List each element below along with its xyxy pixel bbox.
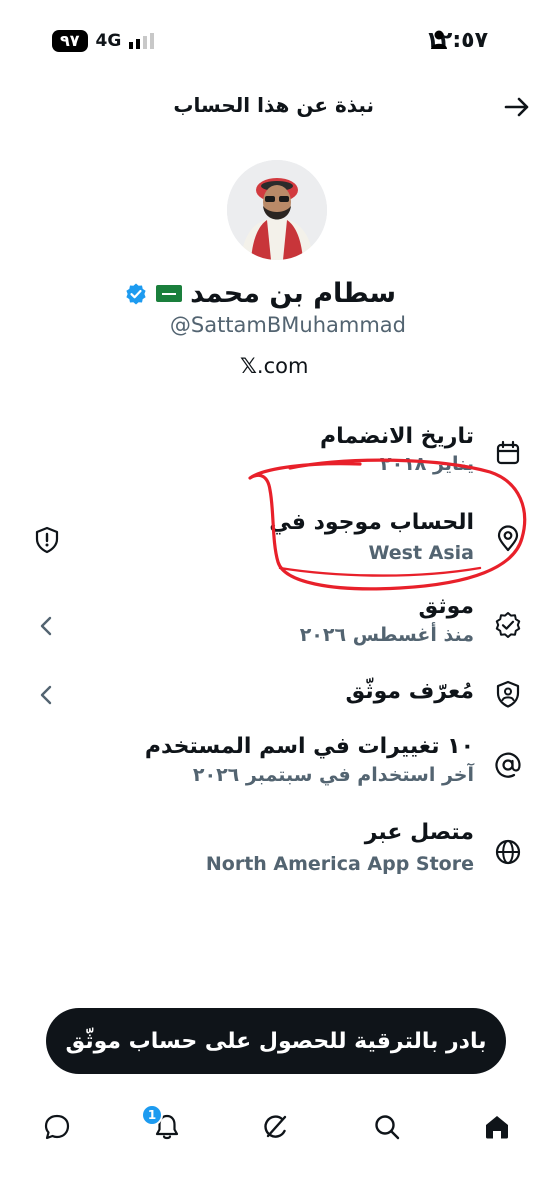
profile-name: سطام بن محمد [190, 278, 396, 309]
red-circle-annotation [248, 458, 527, 591]
search-icon[interactable] [372, 1112, 402, 1142]
shield-alert-icon[interactable] [34, 526, 60, 554]
upgrade-verified-button[interactable]: بادر بالترقية للحصول على حساب موثّق [46, 1008, 506, 1074]
home-icon[interactable] [482, 1112, 512, 1142]
person-icon [431, 30, 447, 49]
verified-title: موثق [418, 594, 474, 619]
x-logo-icon: 𝕏 [240, 354, 257, 378]
chevron-left-icon[interactable] [36, 684, 56, 706]
profile-name-row: سطام بن محمد [124, 278, 396, 309]
verified-value: منذ أغسطس ٢٠٢٦ [299, 624, 474, 646]
verified-badge-icon [495, 612, 521, 638]
username-changes-value: آخر استخدام في سبتمبر ٢٠٢٦ [192, 764, 474, 786]
grok-icon[interactable] [261, 1112, 291, 1142]
id-shield-icon [496, 680, 520, 708]
battery-indicator: ٩٧ [52, 30, 88, 52]
at-sign-icon [495, 752, 521, 778]
avatar[interactable] [227, 160, 327, 260]
back-arrow-icon[interactable] [502, 92, 532, 122]
chevron-left-icon[interactable] [36, 615, 56, 637]
verified-id-title: مُعرّف موثّق [345, 679, 474, 704]
verified-badge-icon[interactable] [124, 282, 148, 306]
page-title: نبذة عن هذا الحساب [173, 93, 374, 117]
joined-title: تاريخ الانضمام [320, 424, 474, 449]
profile-handle[interactable]: @SattamBMuhammad [170, 313, 406, 337]
connected-via-value: North America App Store [205, 853, 474, 875]
network-type: 4G [95, 31, 122, 51]
connected-via-title: متصل عبر [364, 820, 474, 845]
globe-icon [495, 839, 521, 865]
website-suffix: .com [256, 354, 309, 378]
messages-icon[interactable] [42, 1112, 72, 1142]
notification-count-badge: 1 [141, 1104, 163, 1126]
saudi-flag-icon [156, 285, 183, 302]
username-changes-title: ١٠ تغييرات في اسم المستخدم [144, 734, 474, 759]
signal-bars-icon [129, 33, 155, 49]
status-indicators: ٩٧ 4G [52, 30, 155, 52]
profile-website[interactable]: 𝕏.com [240, 354, 308, 378]
